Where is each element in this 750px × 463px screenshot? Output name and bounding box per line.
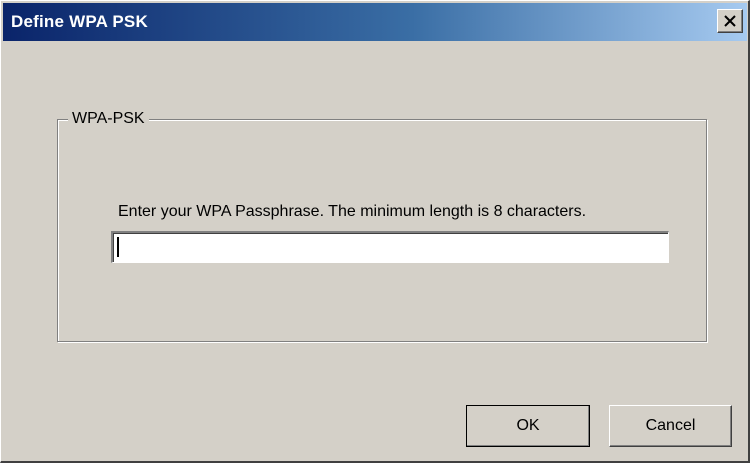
ok-button[interactable]: OK [466, 405, 590, 447]
groupbox-legend: WPA-PSK [68, 110, 149, 128]
close-button[interactable] [717, 9, 743, 33]
text-caret [117, 237, 119, 257]
dialog-title: Define WPA PSK [11, 12, 148, 31]
passphrase-prompt-label: Enter your WPA Passphrase. The minimum l… [118, 203, 587, 220]
close-icon [724, 15, 736, 27]
dialog-window: Define WPA PSK WPA-PSK Enter your WPA Pa… [0, 0, 750, 463]
passphrase-input[interactable] [111, 231, 669, 263]
cancel-button[interactable]: Cancel [609, 405, 732, 447]
title-bar[interactable]: Define WPA PSK [3, 3, 747, 41]
